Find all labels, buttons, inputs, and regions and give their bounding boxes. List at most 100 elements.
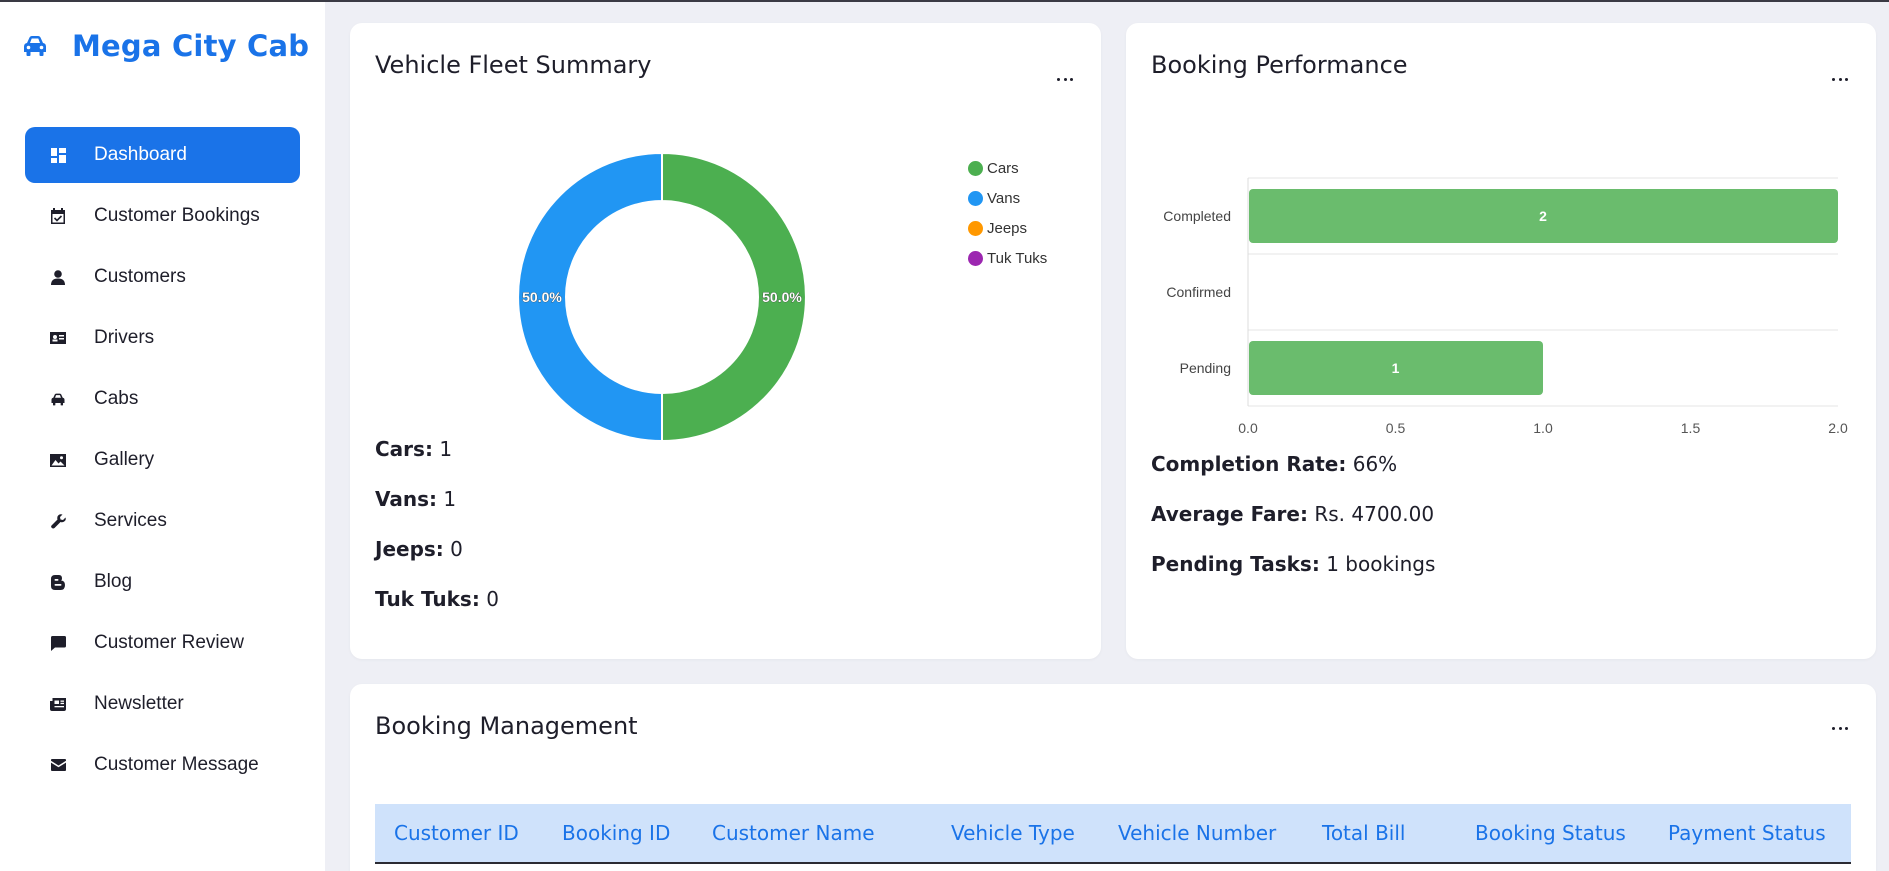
sidebar-item-customer-bookings[interactable]: Customer Bookings xyxy=(25,188,300,244)
blogger-icon xyxy=(46,570,70,594)
stat-value: Rs. 4700.00 xyxy=(1314,502,1435,526)
column-header-customer-id[interactable]: Customer ID xyxy=(394,804,519,862)
legend-item-cars[interactable]: Cars xyxy=(968,153,1047,183)
sidebar-item-label: Customer Review xyxy=(94,632,244,653)
legend-label: Jeeps xyxy=(987,219,1028,237)
legend-item-vans[interactable]: Vans xyxy=(968,183,1047,213)
sidebar: Mega City Cab Dashboard Customer Booking… xyxy=(0,2,325,871)
x-tick-label: 0.0 xyxy=(1238,420,1258,436)
category-label: Completed xyxy=(1163,208,1231,224)
booking-performance-card: Booking Performance Completed 2 Confirmed P… xyxy=(1126,23,1876,659)
stat-value: 0 xyxy=(486,587,499,611)
legend-swatch xyxy=(968,250,983,266)
x-tick-label: 1.5 xyxy=(1681,420,1701,436)
sidebar-item-label: Services xyxy=(94,510,167,531)
column-header-customer-name[interactable]: Customer Name xyxy=(712,804,875,862)
car-icon xyxy=(22,34,52,58)
more-options-icon[interactable] xyxy=(1832,78,1848,84)
stat-pending-tasks: Pending Tasks: 1 bookings xyxy=(1151,552,1435,576)
sidebar-item-label: Blog xyxy=(94,571,133,592)
sidebar-item-gallery[interactable]: Gallery xyxy=(25,432,300,488)
x-tick-label: 2.0 xyxy=(1828,420,1848,436)
stat-value: 66% xyxy=(1352,452,1398,476)
column-header-booking-id[interactable]: Booking ID xyxy=(562,804,670,862)
sidebar-item-label: Dashboard xyxy=(94,144,187,165)
category-label: Pending xyxy=(1180,360,1231,376)
sidebar-item-customer-message[interactable]: Customer Message xyxy=(25,737,300,793)
stat-jeeps: Jeeps: 0 xyxy=(375,537,463,561)
brand[interactable]: Mega City Cab xyxy=(22,24,309,68)
stat-label: Tuk Tuks: xyxy=(375,587,480,611)
legend-item-tuk-tuks[interactable]: Tuk Tuks xyxy=(968,243,1047,273)
fleet-doughnut-chart: 50.0% 50.0% xyxy=(517,151,807,443)
more-options-icon[interactable] xyxy=(1832,727,1848,733)
sidebar-item-label: Customers xyxy=(94,266,186,287)
car-icon xyxy=(46,387,70,411)
vehicle-fleet-card: Vehicle Fleet Summary 50.0% 50.0% Cars Va… xyxy=(350,23,1101,659)
sidebar-item-customer-review[interactable]: Customer Review xyxy=(25,615,300,671)
column-header-vehicle-type[interactable]: Vehicle Type xyxy=(951,804,1075,862)
legend-label: Vans xyxy=(987,189,1021,207)
stat-label: Completion Rate: xyxy=(1151,452,1347,476)
sidebar-item-newsletter[interactable]: Newsletter xyxy=(25,676,300,732)
card-title: Vehicle Fleet Summary xyxy=(375,51,652,79)
slice-data-label: 50.0% xyxy=(762,289,802,305)
sidebar-item-label: Drivers xyxy=(94,327,155,348)
card-title: Booking Performance xyxy=(1151,51,1408,79)
stat-average-fare: Average Fare: Rs. 4700.00 xyxy=(1151,502,1434,526)
stat-vans: Vans: 1 xyxy=(375,487,456,511)
brand-title: Mega City Cab xyxy=(72,29,310,63)
card-title: Booking Management xyxy=(375,712,638,740)
stat-completion-rate: Completion Rate: 66% xyxy=(1151,452,1397,476)
legend-swatch xyxy=(968,190,983,206)
column-header-total-bill[interactable]: Total Bill xyxy=(1322,804,1405,862)
image-icon xyxy=(46,448,70,472)
bar-data-label: 2 xyxy=(1539,208,1547,224)
user-icon xyxy=(46,265,70,289)
comment-icon xyxy=(46,631,70,655)
envelope-icon xyxy=(46,753,70,777)
sidebar-item-label: Customer Bookings xyxy=(94,205,260,226)
x-tick-label: 0.5 xyxy=(1386,420,1406,436)
stat-label: Jeeps: xyxy=(375,537,444,561)
booking-bar-chart: Completed 2 Confirmed Pending 1 0.0 0.5 1.0 1.5 2… xyxy=(1163,177,1848,436)
more-options-icon[interactable] xyxy=(1057,78,1073,84)
booking-management-card: Booking Management Customer ID Booking I… xyxy=(350,684,1876,871)
sidebar-item-customers[interactable]: Customers xyxy=(25,249,300,305)
sidebar-item-dashboard[interactable]: Dashboard xyxy=(25,127,300,183)
column-header-payment-status[interactable]: Payment Status xyxy=(1668,804,1826,862)
sidebar-item-label: Newsletter xyxy=(94,693,184,714)
wrench-icon xyxy=(46,509,70,533)
x-tick-label: 1.0 xyxy=(1533,420,1553,436)
sidebar-item-cabs[interactable]: Cabs xyxy=(25,371,300,427)
table-header: Customer ID Booking ID Customer Name Veh… xyxy=(375,804,1851,864)
column-header-vehicle-number[interactable]: Vehicle Number xyxy=(1118,804,1276,862)
legend-label: Cars xyxy=(987,159,1019,177)
stat-value: 1 xyxy=(439,437,453,461)
legend-swatch xyxy=(968,160,983,176)
sidebar-item-drivers[interactable]: Drivers xyxy=(25,310,300,366)
newspaper-icon xyxy=(46,692,70,716)
sidebar-item-label: Cabs xyxy=(94,388,139,409)
column-header-booking-status[interactable]: Booking Status xyxy=(1475,804,1626,862)
sidebar-item-label: Gallery xyxy=(94,449,155,470)
slice-data-label: 50.0% xyxy=(522,289,562,305)
bar-data-label: 1 xyxy=(1392,360,1400,376)
sidebar-item-blog[interactable]: Blog xyxy=(25,554,300,610)
dashboard-icon xyxy=(46,143,70,167)
sidebar-item-services[interactable]: Services xyxy=(25,493,300,549)
sidebar-item-label: Customer Message xyxy=(94,754,259,775)
stat-value: 0 xyxy=(450,537,463,561)
chart-legend: Cars Vans Jeeps Tuk Tuks xyxy=(968,153,1047,273)
stat-tuk-tuks: Tuk Tuks: 0 xyxy=(375,587,499,611)
legend-swatch xyxy=(968,220,983,236)
stat-value: 1 bookings xyxy=(1326,552,1436,576)
stat-value: 1 xyxy=(443,487,457,511)
stat-label: Vans: xyxy=(375,487,438,511)
id-card-icon xyxy=(46,326,70,350)
calendar-check-icon xyxy=(46,204,70,228)
legend-item-jeeps[interactable]: Jeeps xyxy=(968,213,1047,243)
stat-label: Cars: xyxy=(375,437,433,461)
stat-cars: Cars: 1 xyxy=(375,437,452,461)
legend-label: Tuk Tuks xyxy=(987,249,1048,267)
